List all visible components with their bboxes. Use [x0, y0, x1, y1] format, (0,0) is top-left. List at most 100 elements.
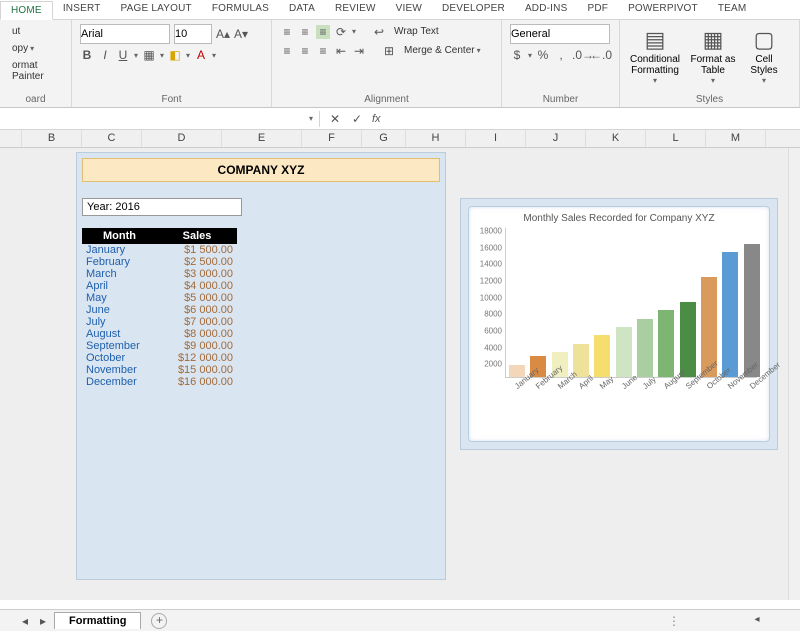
group-label-styles: Styles — [628, 94, 791, 105]
tab-developer[interactable]: DEVELOPER — [432, 0, 515, 19]
cell-month: September — [82, 340, 157, 352]
align-bottom-icon[interactable]: ≡ — [316, 25, 330, 39]
table-row[interactable]: February$2 500.00 — [82, 256, 237, 268]
group-label-alignment: Alignment — [280, 94, 493, 105]
table-row[interactable]: June$6 000.00 — [82, 304, 237, 316]
bold-button[interactable]: B — [80, 48, 94, 62]
table-row[interactable]: December$16 000.00 — [82, 376, 237, 388]
tab-page-layout[interactable]: PAGE LAYOUT — [111, 0, 202, 19]
align-top-icon[interactable]: ≡ — [280, 25, 294, 39]
table-row[interactable]: March$3 000.00 — [82, 268, 237, 280]
year-field[interactable]: Year: 2016 — [82, 198, 242, 216]
chart-bar — [722, 252, 738, 377]
tab-formulas[interactable]: FORMULAS — [202, 0, 279, 19]
tab-view[interactable]: VIEW — [386, 0, 432, 19]
col-F[interactable]: F — [302, 130, 362, 147]
col-D[interactable]: D — [142, 130, 222, 147]
table-row[interactable]: October$12 000.00 — [82, 352, 237, 364]
align-center-icon[interactable]: ≡ — [298, 44, 312, 58]
increase-font-icon[interactable]: A▴ — [216, 27, 230, 41]
formula-bar: ▾ ✕ ✓ fx — [0, 108, 800, 130]
table-row[interactable]: January$1 500.00 — [82, 244, 237, 256]
orientation-icon[interactable]: ⟳ — [334, 25, 348, 39]
tab-split-handle[interactable]: ⋮ — [668, 614, 680, 628]
enter-icon[interactable]: ✓ — [350, 112, 364, 126]
tab-home[interactable]: HOME — [0, 1, 53, 20]
table-row[interactable]: May$5 000.00 — [82, 292, 237, 304]
sheet-nav-next-icon[interactable]: ▸ — [36, 614, 50, 628]
sheet-tab-formatting[interactable]: Formatting — [54, 612, 141, 629]
chevron-down-icon: ▾ — [30, 44, 34, 53]
col-K[interactable]: K — [586, 130, 646, 147]
table-row[interactable]: July$7 000.00 — [82, 316, 237, 328]
increase-decimal-icon[interactable]: .0→ — [572, 48, 586, 62]
fill-color-icon[interactable]: ◧ — [168, 48, 182, 62]
wrap-text-button[interactable]: Wrap Text — [390, 24, 443, 39]
border-icon[interactable]: ▦ — [142, 48, 156, 62]
tab-pdf[interactable]: PDF — [577, 0, 618, 19]
sheet-nav-prev-icon[interactable]: ◂ — [18, 614, 32, 628]
decrease-indent-icon[interactable]: ⇤ — [334, 44, 348, 58]
cell-styles-button[interactable]: ▢ Cell Styles▾ — [744, 24, 784, 87]
tab-insert[interactable]: INSERT — [53, 0, 111, 19]
sales-chart[interactable]: Monthly Sales Recorded for Company XYZ 2… — [468, 206, 770, 442]
decrease-font-icon[interactable]: A▾ — [234, 27, 248, 41]
percent-icon[interactable]: % — [536, 48, 550, 62]
scroll-left-icon[interactable]: ◂ — [750, 613, 764, 627]
col-I[interactable]: I — [466, 130, 526, 147]
col-C[interactable]: C — [82, 130, 142, 147]
merge-icon: ⊞ — [382, 44, 396, 58]
worksheet[interactable]: COMPANY XYZ Year: 2016 Month Sales Janua… — [0, 148, 800, 600]
col-L[interactable]: L — [646, 130, 706, 147]
underline-button[interactable]: U — [116, 48, 130, 62]
chevron-down-icon: ▾ — [711, 76, 715, 85]
ribbon: ut opy▾ ormat Painter oard A▴ A▾ B I U▾ … — [0, 20, 800, 108]
conditional-formatting-button[interactable]: ▤ Conditional Formatting▾ — [628, 24, 682, 87]
font-color-icon[interactable]: A — [194, 48, 208, 62]
tab-review[interactable]: REVIEW — [325, 0, 386, 19]
col-H[interactable]: H — [406, 130, 466, 147]
copy-button[interactable]: opy▾ — [8, 41, 63, 56]
name-box-input[interactable] — [6, 113, 309, 125]
align-middle-icon[interactable]: ≡ — [298, 25, 312, 39]
italic-button[interactable]: I — [98, 48, 112, 62]
tab-addins[interactable]: ADD-INS — [515, 0, 578, 19]
cancel-icon[interactable]: ✕ — [328, 112, 342, 126]
chart-bar — [616, 327, 632, 377]
align-left-icon[interactable]: ≡ — [280, 44, 294, 58]
chart-ytick: 12000 — [476, 277, 502, 286]
format-as-table-icon: ▦ — [699, 26, 727, 54]
name-box[interactable]: ▾ — [0, 111, 320, 127]
select-all-corner[interactable] — [0, 130, 22, 147]
add-sheet-button[interactable]: + — [151, 613, 167, 629]
format-as-table-button[interactable]: ▦ Format as Table▾ — [686, 24, 740, 87]
align-right-icon[interactable]: ≡ — [316, 44, 330, 58]
number-format-select[interactable] — [510, 24, 610, 44]
increase-indent-icon[interactable]: ⇥ — [352, 44, 366, 58]
tab-powerpivot[interactable]: POWERPIVOT — [618, 0, 708, 19]
chart-ytick: 10000 — [476, 293, 502, 302]
comma-icon[interactable]: , — [554, 48, 568, 62]
chevron-down-icon[interactable]: ▾ — [309, 114, 313, 123]
table-row[interactable]: September$9 000.00 — [82, 340, 237, 352]
decrease-decimal-icon[interactable]: ←.0 — [590, 48, 604, 62]
fx-icon[interactable]: fx — [372, 113, 381, 125]
company-title: COMPANY XYZ — [82, 158, 440, 182]
currency-icon[interactable]: $ — [510, 48, 524, 62]
col-B[interactable]: B — [22, 130, 82, 147]
merge-center-button[interactable]: Merge & Center ▾ — [400, 43, 485, 58]
col-G[interactable]: G — [362, 130, 406, 147]
col-J[interactable]: J — [526, 130, 586, 147]
table-row[interactable]: April$4 000.00 — [82, 280, 237, 292]
font-size-select[interactable] — [174, 24, 212, 44]
col-E[interactable]: E — [222, 130, 302, 147]
vertical-scrollbar[interactable] — [788, 148, 800, 600]
format-painter-button[interactable]: ormat Painter — [8, 58, 63, 84]
tab-team[interactable]: Team — [708, 0, 757, 19]
font-name-select[interactable] — [80, 24, 170, 44]
tab-data[interactable]: DATA — [279, 0, 325, 19]
table-row[interactable]: November$15 000.00 — [82, 364, 237, 376]
col-M[interactable]: M — [706, 130, 766, 147]
table-row[interactable]: August$8 000.00 — [82, 328, 237, 340]
cut-button[interactable]: ut — [8, 24, 63, 39]
